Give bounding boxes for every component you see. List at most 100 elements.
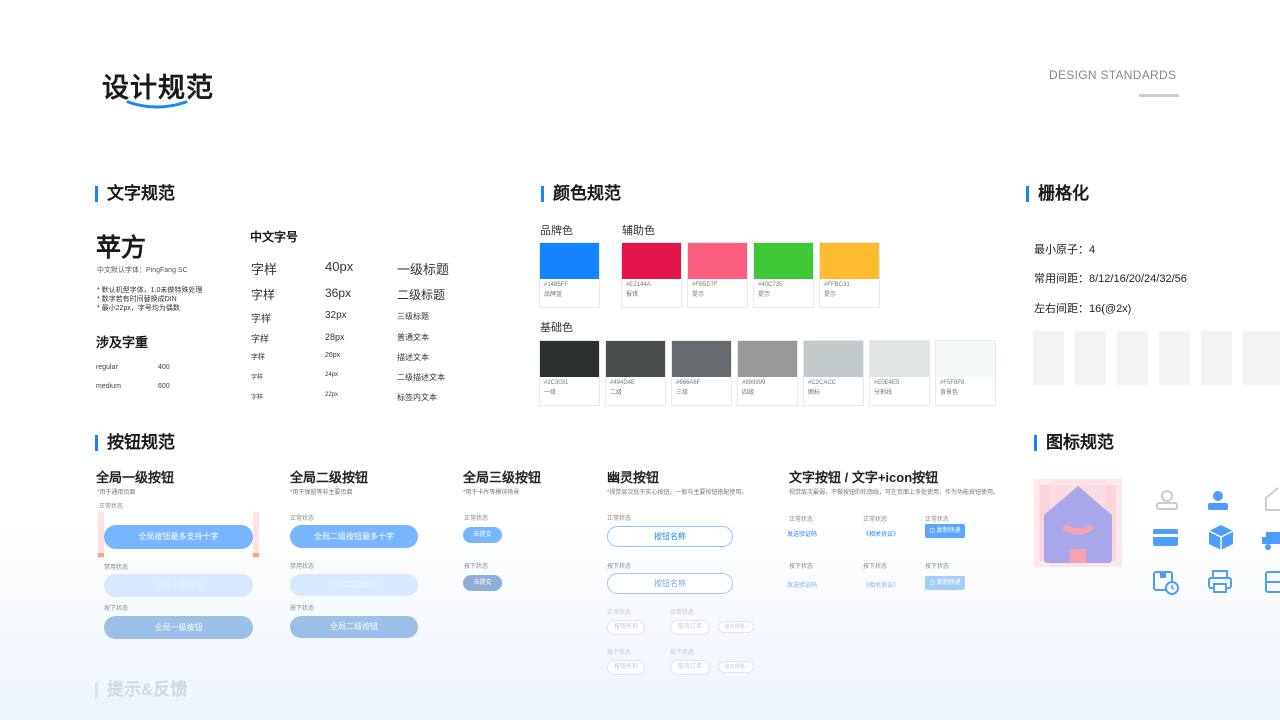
state-label: 禁用状态 <box>104 565 129 571</box>
primary-button-normal[interactable]: 全局按钮最多支持十字 <box>104 525 253 549</box>
agreement-link[interactable]: 《相关协议》 <box>863 529 899 538</box>
swatch-name: 四级 <box>742 390 755 396</box>
swatch-fill <box>688 243 747 279</box>
text-btn-title: 文字按钮 / 文字+icon按钮 <box>789 470 939 485</box>
brand-color-label: 品牌色 <box>540 225 573 237</box>
swatch-hex: #C2CACC <box>808 380 837 386</box>
user-card-icon <box>1153 486 1181 514</box>
ghost-btn-sub: *视觉层次低于实心按钮，一般与主要按钮搭配使用。 <box>607 490 748 496</box>
size-usage: 普通文本 <box>397 333 429 342</box>
ghost-small-button[interactable]: 退货规则 › <box>718 621 754 633</box>
size-row: 字样 26px 描述文本 <box>251 352 471 362</box>
ghost-small-button[interactable]: 取消订单 <box>670 660 710 675</box>
box-clock-icon <box>1152 568 1180 596</box>
size-sample: 字样 <box>251 395 264 401</box>
brand-subtitle: DESIGN STANDARDS <box>1049 68 1177 82</box>
tertiary-btn-title: 全局三级按钮 <box>463 470 542 485</box>
size-usage: 二级标题 <box>397 288 446 302</box>
swatch-name: 提示 <box>758 292 771 298</box>
swatch-base: #C2CACC 图标 <box>803 340 864 406</box>
ghost-small-button[interactable]: 按钮名称 <box>607 620 645 635</box>
grid-column <box>1201 331 1232 385</box>
swatch-aux: #40C735 提示 <box>753 242 814 308</box>
secondary-btn-title: 全局二级按钮 <box>290 470 369 485</box>
ghost-small-button[interactable]: 取消订单 <box>670 620 710 635</box>
swatch-hex: #FFBC31 <box>824 282 850 288</box>
swatch-name: 二级 <box>610 390 623 396</box>
send-code-link-pressed[interactable]: 发送验证码 <box>787 580 817 589</box>
ghost-small-button[interactable]: 按钮名称 <box>607 660 645 675</box>
spacing-marker <box>98 553 104 557</box>
size-px: 26px <box>325 352 341 359</box>
state-label: 禁用状态 <box>290 564 315 570</box>
swatch-base: #666A6F 三级 <box>671 340 732 406</box>
swatch-base: #494D4E 二级 <box>605 340 666 406</box>
secondary-button-disabled[interactable]: 全局二级按钮 <box>290 574 418 596</box>
size-usage: 描述文本 <box>397 353 429 362</box>
grid-column <box>1243 331 1280 385</box>
secondary-button-normal[interactable]: 全局二级按钮最多十字 <box>290 525 418 548</box>
swatch-base: #2C3031 一级 <box>539 340 600 406</box>
copy-express-button-pressed[interactable]: ◫ 复制快递 <box>925 576 965 590</box>
state-label: 按下状态 <box>670 650 695 656</box>
weights-title: 涉及字重 <box>96 335 149 350</box>
swatch-fill <box>936 341 995 377</box>
state-label: 按下状态 <box>607 564 632 570</box>
agreement-link-pressed[interactable]: 《相关协议》 <box>863 580 899 589</box>
size-row: 字样 36px 二级标题 <box>251 286 471 302</box>
swatch-fill <box>870 341 929 377</box>
tertiary-button-normal[interactable]: 去提交 <box>463 527 502 543</box>
ghost-small-button[interactable]: 退货规则 › <box>718 661 754 673</box>
swatch-fill <box>754 243 813 279</box>
swatch-base: #F5F8F8 背景色 <box>935 340 996 406</box>
ghost-button-pressed[interactable]: 按钮名称 <box>607 573 733 594</box>
grid-min-atom: 最小原子：4 <box>1034 244 1096 256</box>
size-usage: 二级描述文本 <box>397 373 445 382</box>
swatch-name: 报错 <box>626 292 639 298</box>
send-code-link[interactable]: 发送验证码 <box>787 529 817 538</box>
state-label: 正常状态 <box>99 504 124 510</box>
swatch-name: 提示 <box>692 292 705 298</box>
grid-column <box>1117 331 1148 385</box>
size-px: 40px <box>325 259 354 274</box>
state-label: 按下状态 <box>925 564 950 570</box>
state-label: 正常状态 <box>607 516 632 522</box>
swatch-hex: #E0E4E5 <box>874 380 900 386</box>
swatch-name: 三级 <box>676 390 689 396</box>
copy-express-button[interactable]: ◫ 复制快递 <box>925 524 965 538</box>
swatch-fill <box>820 243 879 279</box>
swatch-fill <box>738 341 797 377</box>
title-underline <box>126 100 188 109</box>
primary-button-disabled[interactable]: 全局一级按钮 <box>104 574 253 597</box>
font-notes: * 默认机型字体，1.0未做特殊处理 * 数字若有时间替换成DIN * 最小22… <box>97 286 202 313</box>
size-sample: 字样 <box>251 314 271 325</box>
font-note: * 最小22px，字号均为偶数 <box>97 305 180 312</box>
aux-color-label: 辅助色 <box>622 225 655 237</box>
tertiary-button-pressed[interactable]: 去提交 <box>463 575 502 591</box>
state-label: 正常状态 <box>670 610 695 616</box>
section-button-spec: 按钮规范 <box>95 434 175 451</box>
secondary-button-pressed[interactable]: 全局二级按钮 <box>290 616 418 638</box>
swatch-hex: #40C735 <box>758 282 783 288</box>
swatch-name: 品牌蓝 <box>544 292 563 298</box>
spacing-marker <box>253 553 259 557</box>
swatch-fill <box>540 341 599 377</box>
tertiary-btn-sub: *用于卡片等模块场景 <box>463 490 520 496</box>
state-label: 按下状态 <box>104 606 129 612</box>
swatch-hex: #2C3031 <box>544 380 569 386</box>
swatch-name: 图标 <box>808 390 821 396</box>
brand-divider <box>1139 94 1179 97</box>
font-default: 中文默认字体：PingFang SC <box>97 267 188 274</box>
size-row: 字样 32px 三级标题 <box>251 310 471 325</box>
primary-button-pressed[interactable]: 全局一级按钮 <box>104 616 253 639</box>
printer-icon <box>1206 568 1234 596</box>
swatch-base: #E0E4E5 分割线 <box>869 340 930 406</box>
swatch-fill <box>540 243 599 279</box>
state-label: 按下状态 <box>789 564 814 570</box>
swatch-fill <box>622 243 681 279</box>
swatch-name: 一级 <box>544 390 557 396</box>
ghost-button-normal[interactable]: 按钮名称 <box>607 526 733 547</box>
secondary-btn-sub: *用于弹窗等非主要页面 <box>290 490 353 496</box>
swatch-hex: #999999 <box>742 380 766 386</box>
section-color-spec: 颜色规范 <box>541 185 621 202</box>
